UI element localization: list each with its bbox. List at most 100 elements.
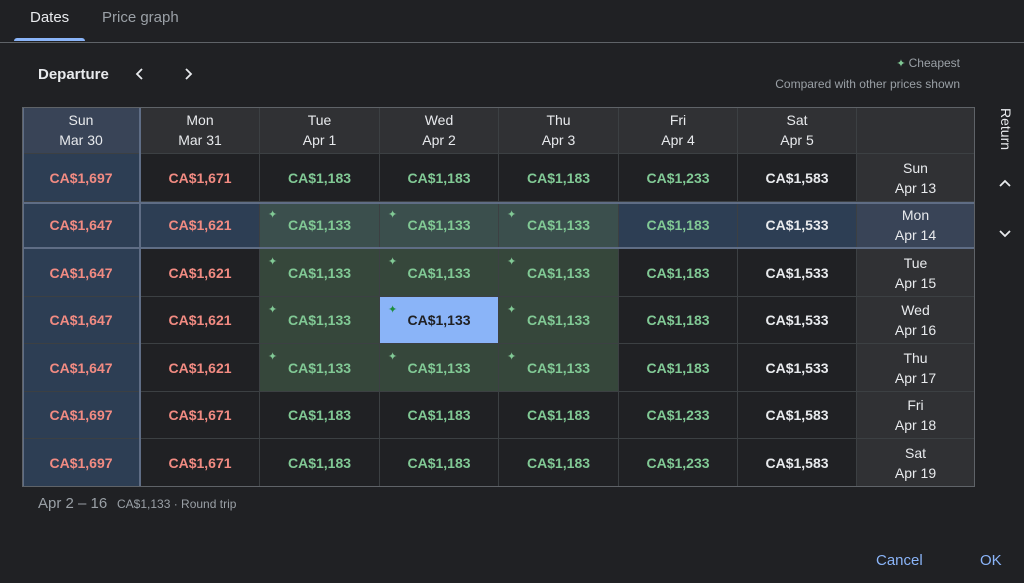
ok-button[interactable]: OK — [980, 552, 1002, 569]
price-cell[interactable]: ✦ CA$1,133 — [260, 202, 380, 249]
sparkle-icon: ✦ — [388, 351, 398, 363]
price-cell[interactable]: CA$1,183 — [380, 154, 499, 202]
return-row-header[interactable]: Fri Apr 18 — [857, 392, 975, 439]
next-departure-button[interactable] — [176, 62, 200, 86]
price-cell[interactable]: ✦ CA$1,133 — [499, 297, 619, 344]
price-cell[interactable]: CA$1,533 — [738, 202, 857, 249]
price-value: CA$1,133 — [526, 217, 591, 233]
chevron-up-icon — [999, 179, 1011, 187]
price-cell[interactable]: ✦ CA$1,133 — [499, 202, 619, 249]
price-cell[interactable]: CA$1,697 — [22, 392, 141, 439]
price-cell[interactable]: CA$1,183 — [260, 154, 380, 202]
return-row-header[interactable]: Wed Apr 16 — [857, 297, 975, 344]
price-value: CA$1,183 — [287, 454, 352, 471]
price-cell[interactable]: CA$1,233 — [619, 154, 738, 202]
departure-column-header[interactable]: Fri Apr 4 — [619, 107, 738, 154]
previous-departure-button[interactable] — [128, 62, 152, 86]
tab-dates[interactable]: Dates — [30, 0, 69, 41]
column-date: Apr 2 — [422, 132, 456, 148]
price-cell[interactable]: ✦ CA$1,133 — [260, 249, 380, 297]
price-cell[interactable]: CA$1,671 — [141, 439, 260, 487]
price-value: CA$1,183 — [646, 264, 710, 281]
price-cell[interactable]: CA$1,533 — [738, 297, 857, 344]
price-cell[interactable]: ✦ CA$1,133 — [260, 344, 380, 392]
row-day: Mon — [901, 207, 930, 223]
row-day: Wed — [901, 302, 930, 318]
price-cell[interactable]: CA$1,183 — [619, 202, 738, 249]
price-cell[interactable]: ✦ CA$1,133 — [380, 249, 499, 297]
price-value: CA$1,133 — [526, 312, 591, 328]
price-value: CA$1,133 — [287, 264, 352, 281]
departure-column-header[interactable]: Sun Mar 30 — [22, 107, 141, 154]
price-cell[interactable]: CA$1,647 — [22, 249, 141, 297]
price-value: CA$1,183 — [407, 454, 471, 471]
return-row-header[interactable]: Thu Apr 17 — [857, 344, 975, 392]
price-cell[interactable]: CA$1,647 — [22, 202, 141, 249]
column-day: Fri — [669, 112, 687, 128]
price-value: CA$1,533 — [765, 312, 829, 328]
price-cell[interactable]: CA$1,183 — [499, 154, 619, 202]
price-cell[interactable]: CA$1,697 — [22, 154, 141, 202]
price-value: CA$1,133 — [287, 312, 352, 328]
return-row-header[interactable]: Tue Apr 15 — [857, 249, 975, 297]
row-day: Thu — [903, 349, 928, 366]
price-cell[interactable]: CA$1,621 — [141, 202, 260, 249]
price-cell[interactable]: CA$1,533 — [738, 249, 857, 297]
price-cell[interactable]: CA$1,621 — [141, 297, 260, 344]
price-cell[interactable]: CA$1,183 — [260, 392, 380, 439]
price-cell[interactable]: CA$1,621 — [141, 344, 260, 392]
return-row-header[interactable]: Mon Apr 14 — [857, 202, 975, 249]
price-cell[interactable]: CA$1,533 — [738, 344, 857, 392]
price-cell[interactable]: CA$1,671 — [141, 392, 260, 439]
price-cell[interactable]: ✦ CA$1,133 — [380, 344, 499, 392]
return-up-button[interactable] — [993, 172, 1017, 196]
price-cell[interactable]: CA$1,647 — [22, 297, 141, 344]
price-cell[interactable]: CA$1,183 — [619, 249, 738, 297]
price-cell[interactable]: CA$1,183 — [619, 297, 738, 344]
departure-column-header[interactable]: Tue Apr 1 — [260, 107, 380, 154]
price-cell[interactable]: CA$1,183 — [380, 392, 499, 439]
cancel-button[interactable]: Cancel — [876, 552, 923, 569]
sparkle-icon: ✦ — [268, 209, 278, 221]
departure-column-header[interactable]: Sat Apr 5 — [738, 107, 857, 154]
price-value: CA$1,621 — [168, 264, 232, 281]
price-value: CA$1,233 — [646, 169, 710, 186]
price-cell[interactable]: CA$1,233 — [619, 392, 738, 439]
price-cell[interactable]: CA$1,183 — [499, 439, 619, 487]
price-cell[interactable]: CA$1,621 — [141, 249, 260, 297]
price-value: CA$1,533 — [765, 217, 829, 233]
price-cell[interactable]: ✦ CA$1,133 — [380, 297, 499, 344]
price-cell[interactable]: CA$1,697 — [22, 439, 141, 487]
return-row-header[interactable]: Sat Apr 19 — [857, 439, 975, 487]
row-date: Apr 17 — [894, 369, 937, 386]
price-cell[interactable]: CA$1,233 — [619, 439, 738, 487]
price-cell[interactable]: ✦ CA$1,133 — [260, 297, 380, 344]
price-value: CA$1,133 — [526, 359, 591, 376]
price-cell[interactable]: CA$1,183 — [260, 439, 380, 487]
departure-column-header[interactable]: Thu Apr 3 — [499, 107, 619, 154]
row-day: Tue — [903, 254, 928, 271]
chevron-right-icon — [185, 68, 193, 80]
price-cell[interactable]: CA$1,671 — [141, 154, 260, 202]
price-cell[interactable]: ✦ CA$1,133 — [499, 344, 619, 392]
price-cell[interactable]: ✦ CA$1,133 — [499, 249, 619, 297]
price-cell[interactable]: CA$1,647 — [22, 344, 141, 392]
price-cell[interactable]: ✦ CA$1,133 — [380, 202, 499, 249]
price-cell[interactable]: CA$1,183 — [619, 344, 738, 392]
price-cell[interactable]: CA$1,583 — [738, 154, 857, 202]
departure-column-header[interactable]: Wed Apr 2 — [380, 107, 499, 154]
price-cell[interactable]: CA$1,583 — [738, 439, 857, 487]
sparkle-icon: ✦ — [388, 304, 398, 316]
price-value: CA$1,697 — [49, 169, 113, 186]
price-value: CA$1,697 — [49, 407, 113, 423]
row-date: Apr 15 — [894, 274, 937, 291]
price-value: CA$1,583 — [765, 454, 829, 471]
return-row-header[interactable]: Sun Apr 13 — [857, 154, 975, 202]
departure-column-header[interactable]: Mon Mar 31 — [141, 107, 260, 154]
price-cell[interactable]: CA$1,183 — [380, 439, 499, 487]
price-cell[interactable]: CA$1,183 — [499, 392, 619, 439]
tab-price-graph[interactable]: Price graph — [102, 0, 179, 41]
return-down-button[interactable] — [993, 221, 1017, 245]
price-cell[interactable]: CA$1,583 — [738, 392, 857, 439]
sparkle-icon: ✦ — [268, 256, 278, 268]
